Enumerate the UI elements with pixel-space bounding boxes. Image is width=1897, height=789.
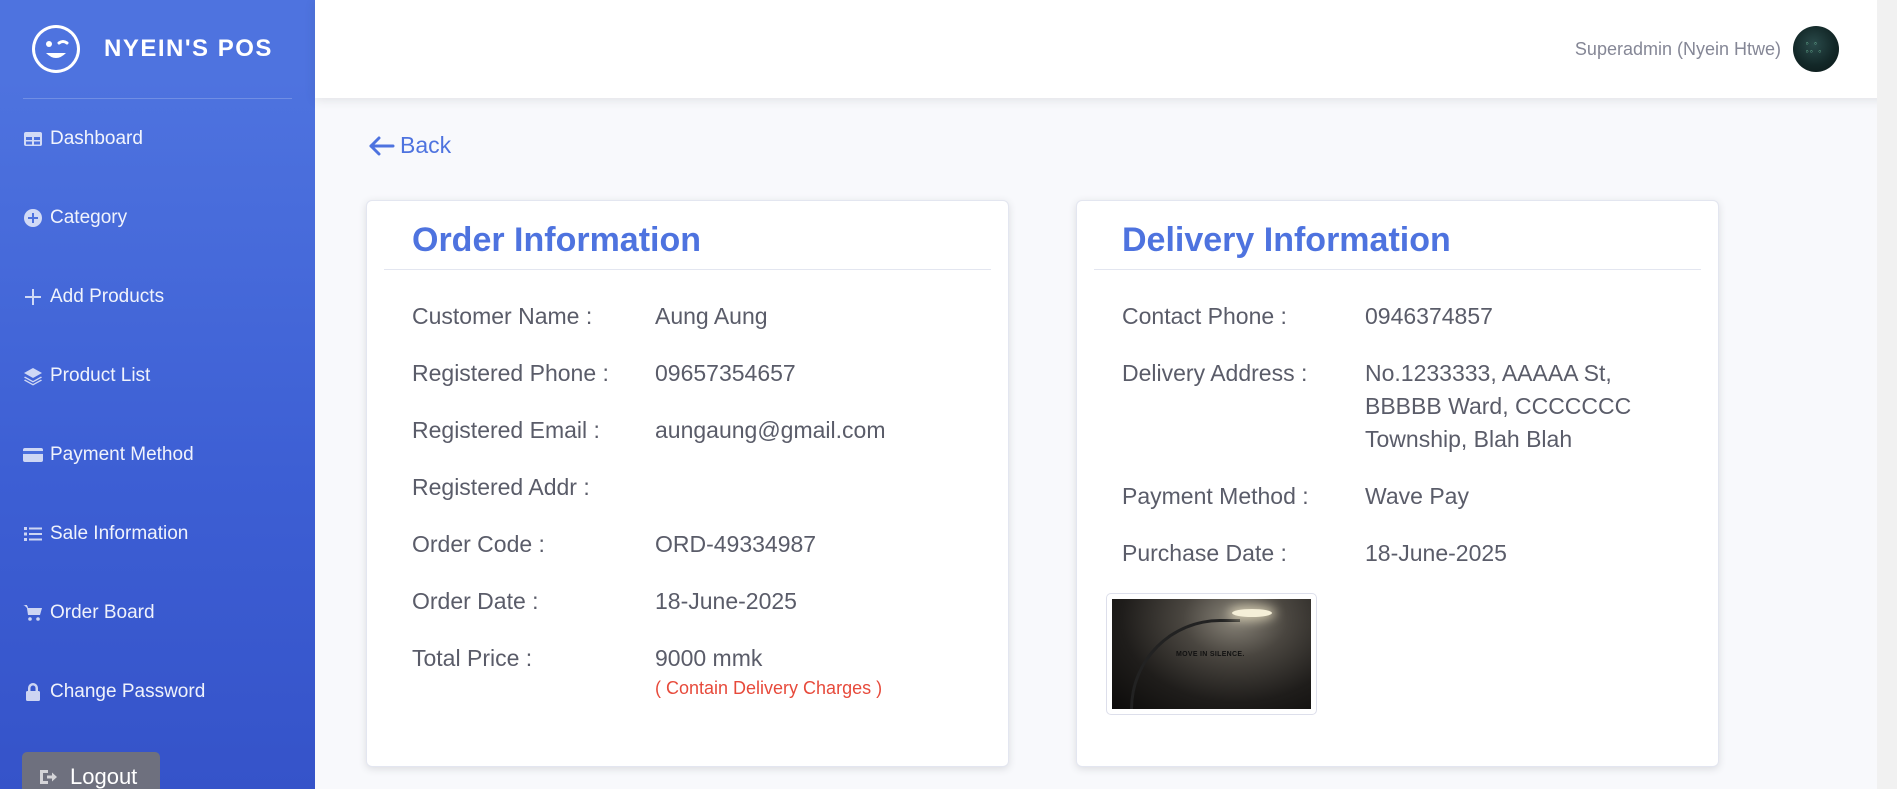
sidebar-item-order-board[interactable]: Order Board xyxy=(0,573,315,652)
sidebar-item-category[interactable]: Category xyxy=(0,178,315,257)
payment-screenshot-thumbnail[interactable]: MOVE IN SILENCE. xyxy=(1106,593,1317,715)
delivery-information-title: Delivery Information xyxy=(1122,221,1451,259)
delivery-information-card: Delivery Information Contact Phone : 094… xyxy=(1076,200,1719,767)
customer-name-label: Customer Name : xyxy=(412,303,593,329)
order-information-title: Order Information xyxy=(412,221,702,259)
order-code-row: Order Code : ORD-49334987 xyxy=(412,528,1008,561)
order-date-row: Order Date : 18-June-2025 xyxy=(412,585,1008,618)
order-date-label: Order Date : xyxy=(412,588,539,614)
sidebar-item-label: Sale Information xyxy=(50,522,189,544)
total-price-label: Total Price : xyxy=(412,645,533,671)
layers-icon xyxy=(22,365,44,387)
customer-name-row: Customer Name : Aung Aung xyxy=(412,300,1008,333)
payment-method-value: Wave Pay xyxy=(1365,483,1469,509)
arrow-left-icon xyxy=(369,136,395,155)
sign-out-icon xyxy=(40,770,57,784)
sidebar-item-label: Dashboard xyxy=(50,127,143,149)
purchase-date-value: 18-June-2025 xyxy=(1365,540,1507,566)
sidebar-item-label: Payment Method xyxy=(50,443,194,465)
sidebar-item-sale-information[interactable]: Sale Information xyxy=(0,494,315,573)
total-price-row: Total Price : 9000 mmk ( Contain Deliver… xyxy=(412,642,1008,699)
contact-phone-row: Contact Phone : 0946374857 xyxy=(1122,300,1718,333)
registered-phone-label: Registered Phone : xyxy=(412,360,609,386)
payment-method-label: Payment Method : xyxy=(1122,483,1309,509)
sidebar-item-label: Product List xyxy=(50,364,151,386)
order-code-value: ORD-49334987 xyxy=(655,531,817,557)
contact-phone-label: Contact Phone : xyxy=(1122,303,1287,329)
purchase-date-label: Purchase Date : xyxy=(1122,540,1287,566)
registered-addr-label: Registered Addr : xyxy=(412,474,590,500)
order-date-value: 18-June-2025 xyxy=(655,588,797,614)
back-link[interactable]: Back xyxy=(369,132,451,159)
sidebar: NYEIN'S POS Dashboard Category Add Produ… xyxy=(0,0,315,789)
avatar[interactable]: ◦ ◦ ◦◦ ◦ xyxy=(1793,26,1839,72)
plus-circle-icon xyxy=(22,207,44,229)
back-label: Back xyxy=(400,132,452,158)
sidebar-item-dashboard[interactable]: Dashboard xyxy=(0,99,315,178)
total-price-value: 9000 mmk xyxy=(655,645,763,671)
image-caption: MOVE IN SILENCE. xyxy=(1176,651,1245,658)
registered-phone-value: 09657354657 xyxy=(655,360,796,386)
registered-phone-row: Registered Phone : 09657354657 xyxy=(412,357,1008,390)
sidebar-item-label: Add Products xyxy=(50,285,165,307)
sidebar-item-add-products[interactable]: Add Products xyxy=(0,257,315,336)
order-code-label: Order Code : xyxy=(412,531,545,557)
user-name[interactable]: Superadmin (Nyein Htwe) xyxy=(1575,39,1781,60)
credit-card-icon xyxy=(22,444,44,466)
payment-method-row: Payment Method : Wave Pay xyxy=(1122,480,1718,513)
registered-email-label: Registered Email : xyxy=(412,417,600,443)
order-information-card: Order Information Customer Name : Aung A… xyxy=(366,200,1009,767)
sidebar-item-payment-method[interactable]: Payment Method xyxy=(0,415,315,494)
payment-screenshot-image: MOVE IN SILENCE. xyxy=(1112,599,1311,709)
scrollbar[interactable] xyxy=(1877,0,1897,789)
sidebar-item-label: Order Board xyxy=(50,601,155,623)
lamp-light xyxy=(1232,609,1272,617)
registered-addr-row: Registered Addr : xyxy=(412,471,1008,504)
sidebar-nav: Dashboard Category Add Products Product … xyxy=(0,99,315,731)
contact-phone-value: 0946374857 xyxy=(1365,303,1493,329)
delivery-address-label: Delivery Address : xyxy=(1122,360,1308,386)
registered-addr-value xyxy=(655,471,955,504)
customer-name-value: Aung Aung xyxy=(655,303,768,329)
logout-button[interactable]: Logout xyxy=(22,752,160,789)
sidebar-item-label: Category xyxy=(50,206,128,228)
cart-icon xyxy=(22,602,44,624)
logout-label: Logout xyxy=(70,764,138,789)
purchase-date-row: Purchase Date : 18-June-2025 xyxy=(1122,537,1718,570)
brand-name: NYEIN'S POS xyxy=(104,35,273,62)
sidebar-item-label: Change Password xyxy=(50,680,206,702)
delivery-charges-note: ( Contain Delivery Charges ) xyxy=(655,678,883,698)
topbar: Superadmin (Nyein Htwe) ◦ ◦ ◦◦ ◦ xyxy=(315,0,1897,98)
plus-icon xyxy=(22,286,44,308)
delivery-address-row: Delivery Address : No.1233333, AAAAA St,… xyxy=(1122,357,1718,456)
list-icon xyxy=(22,523,44,545)
delivery-address-value: No.1233333, AAAAA St, BBBBB Ward, CCCCCC… xyxy=(1365,360,1632,452)
table-icon xyxy=(22,128,44,150)
lamp-pole xyxy=(1130,619,1240,709)
wink-face-icon xyxy=(32,25,80,73)
lock-icon xyxy=(22,681,44,703)
registered-email-value: aungaung@gmail.com xyxy=(655,417,886,443)
sidebar-item-product-list[interactable]: Product List xyxy=(0,336,315,415)
brand[interactable]: NYEIN'S POS xyxy=(0,0,315,98)
sidebar-item-change-password[interactable]: Change Password xyxy=(0,652,315,731)
registered-email-row: Registered Email : aungaung@gmail.com xyxy=(412,414,1008,447)
